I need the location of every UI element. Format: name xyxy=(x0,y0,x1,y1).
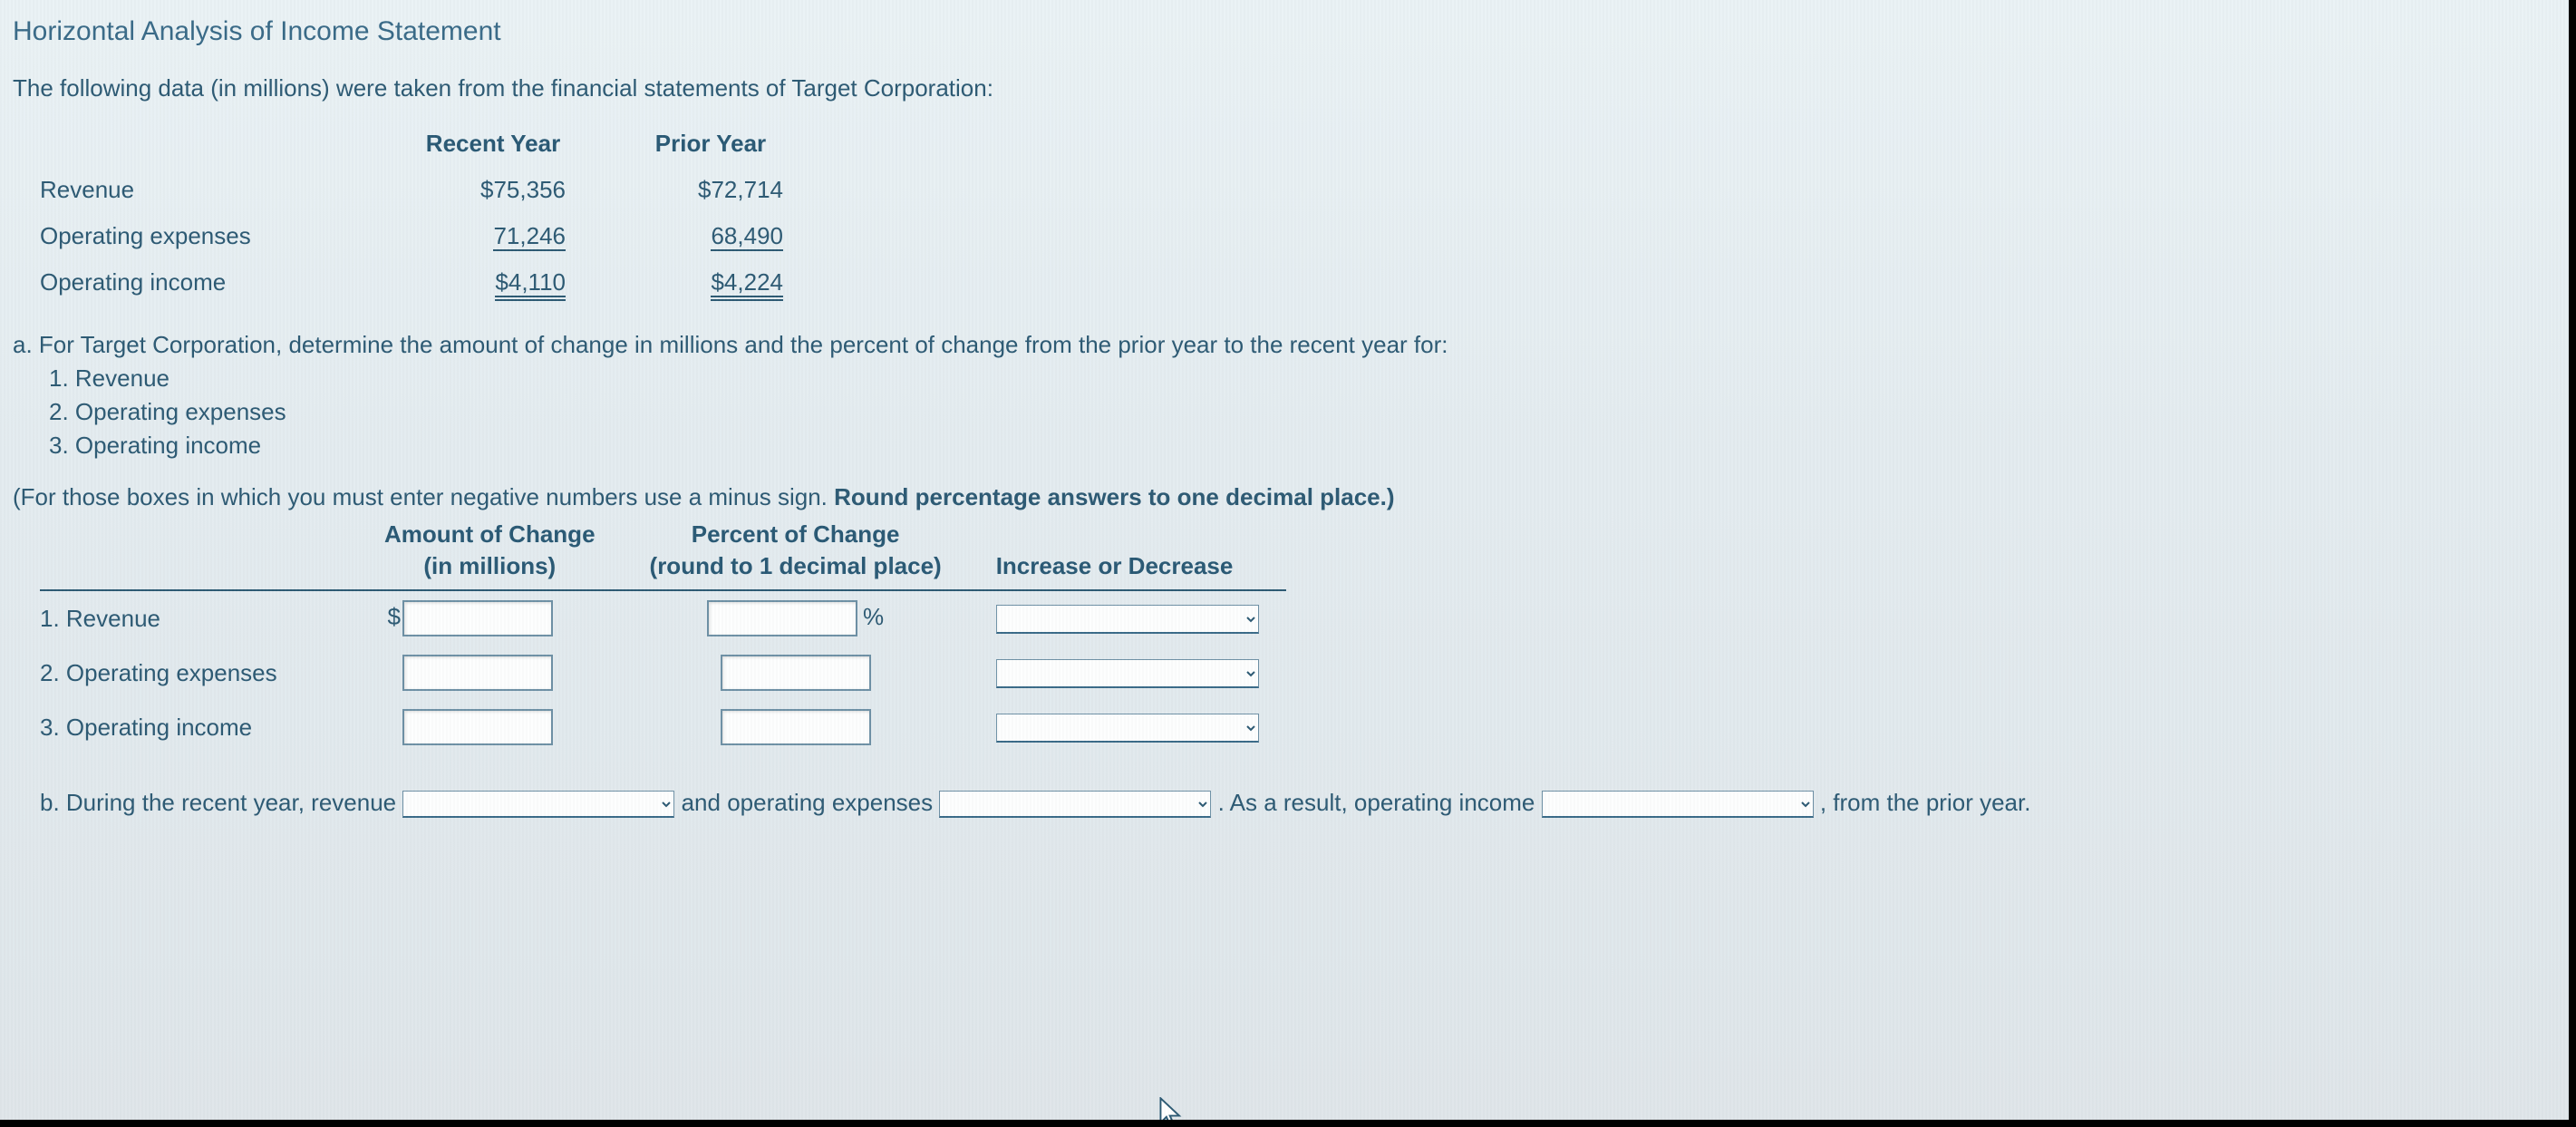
cell-value: $72,714 xyxy=(602,167,819,213)
question-page: Horizontal Analysis of Income Statement … xyxy=(0,0,2569,1120)
row-label-revenue: Revenue xyxy=(22,167,384,213)
table-row: Revenue $75,356 $72,714 xyxy=(22,167,819,213)
answer-row: 2. Operating expenses xyxy=(40,646,1286,700)
cell-value: 71,246 xyxy=(493,222,566,251)
cell-value: 68,490 xyxy=(711,222,783,251)
percent-sign: % xyxy=(863,603,884,630)
cell-value: $4,224 xyxy=(711,268,783,301)
question-a-item-2: 2. Operating expenses xyxy=(49,398,2569,426)
table-row: Operating income $4,110 $4,224 xyxy=(22,259,819,306)
question-b-lead: b. During the recent year, revenue xyxy=(40,789,396,816)
question-a-lead: a. For Target Corporation, determine the… xyxy=(13,331,2569,359)
question-b-mid2: . As a result, operating income xyxy=(1218,789,1542,816)
percent-input-revenue[interactable] xyxy=(707,600,857,636)
opincome-trend-select[interactable] xyxy=(1542,791,1814,818)
col-percent-change-sub: (round to 1 decimal place) xyxy=(623,550,969,590)
percent-input-opincome[interactable] xyxy=(721,709,871,745)
row-label-opex: Operating expenses xyxy=(22,213,384,259)
cursor-icon xyxy=(1158,1097,1184,1120)
dollar-sign: $ xyxy=(384,603,401,631)
percent-input-opex[interactable] xyxy=(721,655,871,691)
answer-row-label: 3. Operating income xyxy=(40,700,357,754)
question-b-sentence: b. During the recent year, revenue and o… xyxy=(40,780,2569,825)
col-prior-year: Prior Year xyxy=(602,121,819,167)
amount-input-opincome[interactable] xyxy=(402,709,553,745)
answer-row: 1. Revenue $ % xyxy=(40,590,1286,646)
col-percent-change: Percent of Change xyxy=(623,519,969,550)
page-title: Horizontal Analysis of Income Statement xyxy=(13,16,2569,47)
question-b-mid1: and operating expenses xyxy=(682,789,940,816)
rounding-note: (For those boxes in which you must enter… xyxy=(13,483,2569,511)
cell-value: $4,110 xyxy=(495,268,566,301)
answer-row-label: 1. Revenue xyxy=(40,590,357,646)
row-label-opincome: Operating income xyxy=(22,259,384,306)
data-table: Recent Year Prior Year Revenue $75,356 $… xyxy=(22,121,819,306)
question-b-tail: , from the prior year. xyxy=(1820,789,2031,816)
revenue-trend-select[interactable] xyxy=(402,791,674,818)
intro-text: The following data (in millions) were ta… xyxy=(13,74,2569,102)
opex-trend-select[interactable] xyxy=(939,791,1211,818)
amount-input-opex[interactable] xyxy=(402,655,553,691)
amount-input-revenue[interactable] xyxy=(402,600,553,636)
col-recent-year: Recent Year xyxy=(384,121,602,167)
answer-table: Amount of Change Percent of Change (in m… xyxy=(40,519,1286,754)
incdec-select-opex[interactable] xyxy=(996,659,1259,688)
col-inc-dec: Increase or Decrease xyxy=(969,550,1286,590)
table-row: Operating expenses 71,246 68,490 xyxy=(22,213,819,259)
col-amount-change: Amount of Change xyxy=(357,519,623,550)
cell-value: $75,356 xyxy=(384,167,602,213)
question-a-item-3: 3. Operating income xyxy=(49,432,2569,460)
answer-row-label: 2. Operating expenses xyxy=(40,646,357,700)
col-amount-change-sub: (in millions) xyxy=(357,550,623,590)
question-a-item-1: 1. Revenue xyxy=(49,364,2569,393)
incdec-select-revenue[interactable] xyxy=(996,605,1259,634)
incdec-select-opincome[interactable] xyxy=(996,714,1259,743)
answer-row: 3. Operating income xyxy=(40,700,1286,754)
